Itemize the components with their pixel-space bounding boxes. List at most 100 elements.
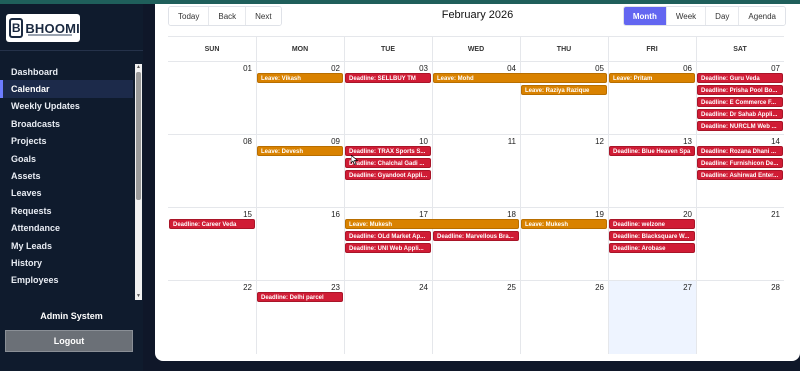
- sidebar-divider: [0, 50, 143, 51]
- sidebar-item-employees[interactable]: Employees: [0, 272, 133, 289]
- day-number[interactable]: 05: [584, 64, 604, 73]
- grid-column-divider: [432, 37, 433, 354]
- deadline-event[interactable]: Deadline: UNI Web Appli...: [345, 243, 431, 253]
- deadline-event[interactable]: Deadline: Guru Veda: [697, 73, 783, 83]
- view-month-button[interactable]: Month: [623, 7, 667, 25]
- deadline-event[interactable]: Deadline: Delhi parcel: [257, 292, 343, 302]
- deadline-event[interactable]: Deadline: NURCLM Web ...: [697, 121, 783, 131]
- logo-text: BHOOMI: [25, 20, 80, 36]
- scroll-down-icon[interactable]: ▼: [135, 293, 142, 300]
- day-number[interactable]: 14: [760, 137, 780, 146]
- sidebar-item-attendance[interactable]: Attendance: [0, 220, 133, 237]
- brand-logo[interactable]: B BHOOMI: [6, 14, 80, 42]
- sidebar-nav: Dashboard Calendar Weekly Updates Broadcast…: [0, 63, 133, 295]
- deadline-event[interactable]: Deadline: Gyandoot Appli...: [345, 170, 431, 180]
- grid-row-divider: [168, 207, 784, 208]
- calendar-view-buttons: Month Week Day Agenda: [622, 6, 786, 26]
- logout-button[interactable]: Logout: [5, 330, 133, 352]
- day-number[interactable]: 27: [672, 283, 692, 292]
- weekday-header-wed: WED: [467, 45, 485, 53]
- scroll-up-icon[interactable]: ▲: [135, 64, 142, 71]
- main-content: Today Back Next February 2026 Month Week Day…: [143, 4, 800, 371]
- day-number[interactable]: 20: [672, 210, 692, 219]
- day-number[interactable]: 13: [672, 137, 692, 146]
- day-number[interactable]: 07: [760, 64, 780, 73]
- day-number[interactable]: 25: [496, 283, 516, 292]
- day-number[interactable]: 18: [496, 210, 516, 219]
- sidebar-item-broadcasts[interactable]: Broadcasts: [0, 115, 133, 132]
- day-number[interactable]: 17: [408, 210, 428, 219]
- sidebar-item-my-leads[interactable]: My Leads: [0, 237, 133, 254]
- grid-row-divider: [168, 134, 784, 135]
- weekday-header-fri: FRI: [646, 45, 658, 53]
- grid-column-divider: [608, 37, 609, 354]
- day-number[interactable]: 15: [232, 210, 252, 219]
- leave-event[interactable]: Leave: Mukesh: [345, 219, 519, 229]
- day-number[interactable]: 10: [408, 137, 428, 146]
- day-number[interactable]: 22: [232, 283, 252, 292]
- day-number[interactable]: 19: [584, 210, 604, 219]
- deadline-event[interactable]: Deadline: Ashirwad Enter...: [697, 170, 783, 180]
- deadline-event[interactable]: Deadline: Blue Heaven Spa: [609, 146, 695, 156]
- leave-event[interactable]: Leave: Raziya Razique: [521, 85, 607, 95]
- leave-event[interactable]: Leave: Pritam: [609, 73, 695, 83]
- weekday-header-tue: TUE: [381, 45, 395, 53]
- calendar-toolbar: Today Back Next February 2026 Month Week Day…: [155, 4, 800, 36]
- leave-event[interactable]: Leave: Mukesh: [521, 219, 607, 229]
- day-number[interactable]: 09: [320, 137, 340, 146]
- scrollbar-thumb[interactable]: [136, 72, 141, 200]
- logo-underline: [28, 34, 72, 36]
- leave-event[interactable]: Leave: Mohd: [433, 73, 607, 83]
- leave-event[interactable]: Leave: Devesh: [257, 146, 343, 156]
- day-number[interactable]: 21: [760, 210, 780, 219]
- mouse-cursor-icon: [351, 155, 359, 165]
- weekday-header-sun: SUN: [204, 45, 220, 53]
- day-number[interactable]: 06: [672, 64, 692, 73]
- deadline-event[interactable]: Deadline: Furnishicon De...: [697, 158, 783, 168]
- view-agenda-button[interactable]: Agenda: [739, 7, 785, 25]
- sidebar-item-weekly-updates[interactable]: Weekly Updates: [0, 98, 133, 115]
- deadline-event[interactable]: Deadline: Rozana Dhani ...: [697, 146, 783, 156]
- deadline-event[interactable]: Deadline: Blacksquare W...: [609, 231, 695, 241]
- view-week-button[interactable]: Week: [666, 7, 707, 25]
- deadline-event[interactable]: Deadline: Prisha Pool Bo...: [697, 85, 783, 95]
- day-number[interactable]: 02: [320, 64, 340, 73]
- deadline-event[interactable]: Deadline: Marvellous Bra...: [433, 231, 519, 241]
- view-day-button[interactable]: Day: [706, 7, 740, 25]
- sidebar-item-requests[interactable]: Requests: [0, 202, 133, 219]
- deadline-event[interactable]: Deadline: Arobase: [609, 243, 695, 253]
- deadline-event[interactable]: Deadline: OLd Market Ap...: [345, 231, 431, 241]
- sidebar-item-assets[interactable]: Assets: [0, 167, 133, 184]
- day-number[interactable]: 08: [232, 137, 252, 146]
- deadline-event[interactable]: Deadline: SELLBUY TM: [345, 73, 431, 83]
- logo-mark-icon: B: [9, 18, 24, 38]
- day-number[interactable]: 03: [408, 64, 428, 73]
- leave-event[interactable]: Leave: Vikash: [257, 73, 343, 83]
- day-number[interactable]: 26: [584, 283, 604, 292]
- grid-column-divider: [256, 37, 257, 354]
- deadline-event[interactable]: Deadline: E Commerce F...: [697, 97, 783, 107]
- deadline-event[interactable]: Deadline: Career Veda: [169, 219, 255, 229]
- sidebar-item-history[interactable]: History: [0, 254, 133, 271]
- day-number[interactable]: 01: [232, 64, 252, 73]
- weekday-header-thu: THU: [556, 45, 572, 53]
- day-number[interactable]: 23: [320, 283, 340, 292]
- sidebar-item-dashboard[interactable]: Dashboard: [0, 63, 133, 80]
- sidebar-item-projects[interactable]: Projects: [0, 133, 133, 150]
- deadline-event[interactable]: Deadline: Dr Sahab Appli...: [697, 109, 783, 119]
- sidebar-item-leaves[interactable]: Leaves: [0, 185, 133, 202]
- day-number[interactable]: 24: [408, 283, 428, 292]
- calendar-card: Today Back Next February 2026 Month Week Day…: [155, 4, 800, 361]
- sidebar-item-calendar[interactable]: Calendar: [0, 80, 133, 98]
- sidebar-scrollbar[interactable]: ▲ ▼: [135, 64, 142, 300]
- sidebar-item-goals[interactable]: Goals: [0, 150, 133, 167]
- weekday-header-mon: MON: [291, 45, 309, 53]
- grid-row-divider: [168, 280, 784, 281]
- deadline-event[interactable]: Deadline: welzone: [609, 219, 695, 229]
- day-number[interactable]: 11: [496, 137, 516, 146]
- day-number[interactable]: 04: [496, 64, 516, 73]
- day-number[interactable]: 16: [320, 210, 340, 219]
- day-number[interactable]: 28: [760, 283, 780, 292]
- weekday-header-sat: SAT: [733, 45, 747, 53]
- day-number[interactable]: 12: [584, 137, 604, 146]
